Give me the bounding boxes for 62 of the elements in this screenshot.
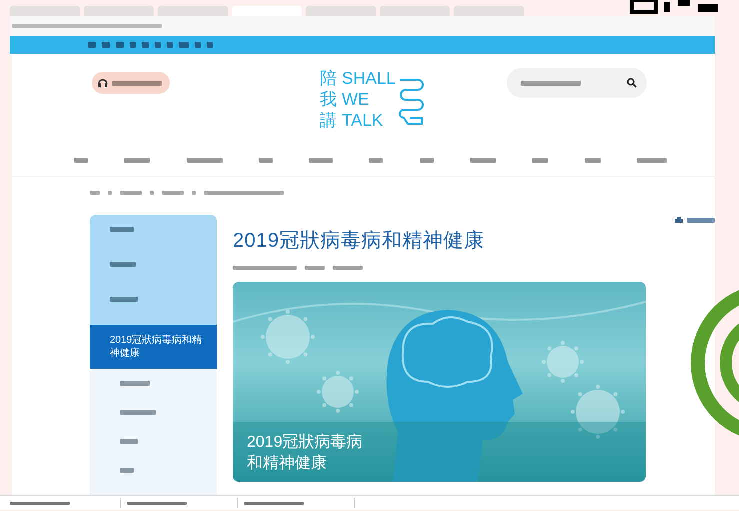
blurred-text-bar	[112, 80, 162, 86]
blurred-text-bar	[258, 158, 273, 162]
blurred-text-bar	[244, 502, 304, 504]
blurred-text-bar	[584, 158, 601, 162]
blurred-text-bar	[195, 42, 201, 48]
blurred-text-bar	[10, 502, 70, 504]
blurred-text-bar	[305, 266, 325, 270]
blurred-text-bar	[369, 158, 384, 162]
blurred-text-bar	[162, 191, 184, 195]
download-item[interactable]	[244, 498, 355, 508]
blurred-text-bar	[309, 158, 334, 162]
logo-text: SHALL	[342, 68, 396, 89]
blurred-text-bar	[120, 191, 142, 195]
blurred-text-bar	[207, 42, 213, 48]
logo-text: 我	[320, 89, 337, 110]
blurred-text-bar	[192, 191, 196, 195]
blurred-text-bar	[150, 191, 154, 195]
blurred-text-bar	[88, 42, 96, 48]
hotline-button[interactable]	[92, 72, 170, 94]
blurred-text-bar	[127, 502, 187, 504]
blurred-text-bar	[636, 158, 667, 162]
blurred-text-bar	[470, 158, 496, 162]
print-link[interactable]	[675, 217, 715, 224]
blurred-text-bar	[102, 42, 110, 48]
blurred-text-bar	[233, 266, 297, 270]
blurred-text-bar	[110, 227, 134, 232]
blurred-text-bar	[90, 191, 100, 195]
blurred-text-bar	[130, 42, 136, 48]
blurred-text-bar	[120, 410, 156, 415]
blurred-text-bar	[74, 158, 88, 162]
blurred-text-bar	[333, 266, 363, 270]
banner-caption: 和精神健康	[247, 454, 328, 474]
blurred-text-bar	[420, 158, 434, 162]
search-icon	[627, 78, 637, 88]
blurred-text-bar	[532, 158, 548, 162]
logo-text: 陪	[320, 68, 337, 89]
blurred-text-bar	[108, 191, 112, 195]
logo-text: TALK	[342, 110, 384, 131]
blurred-text-bar	[186, 158, 223, 162]
blurred-text-bar	[521, 80, 581, 86]
blurred-text-bar	[155, 42, 161, 48]
blurred-text-bar	[167, 42, 173, 48]
blurred-text-bar	[116, 42, 124, 48]
blurred-text-bar	[120, 381, 150, 386]
banner-caption: 2019冠狀病毒病	[247, 432, 363, 453]
blurred-text-bar	[687, 218, 715, 223]
blurred-text-bar	[124, 158, 150, 162]
blurred-text-bar	[142, 42, 149, 48]
download-item[interactable]	[127, 498, 238, 508]
blurred-text-bar	[110, 297, 138, 302]
download-item[interactable]	[10, 498, 121, 508]
headphones-icon	[98, 78, 108, 88]
logo-text: WE	[342, 89, 370, 110]
logo-text: 講	[320, 110, 337, 131]
printer-icon	[675, 217, 683, 224]
search-field[interactable]	[507, 68, 647, 98]
blurred-text-bar	[110, 262, 136, 267]
article-title: 2019冠狀病毒病和精神健康	[233, 229, 484, 254]
blurred-text-bar	[179, 42, 189, 48]
blurred-text-bar	[120, 439, 138, 444]
blurred-text-bar	[120, 468, 134, 473]
sidebar-item[interactable]: 2019冠狀病毒病和精神健康	[90, 325, 217, 369]
